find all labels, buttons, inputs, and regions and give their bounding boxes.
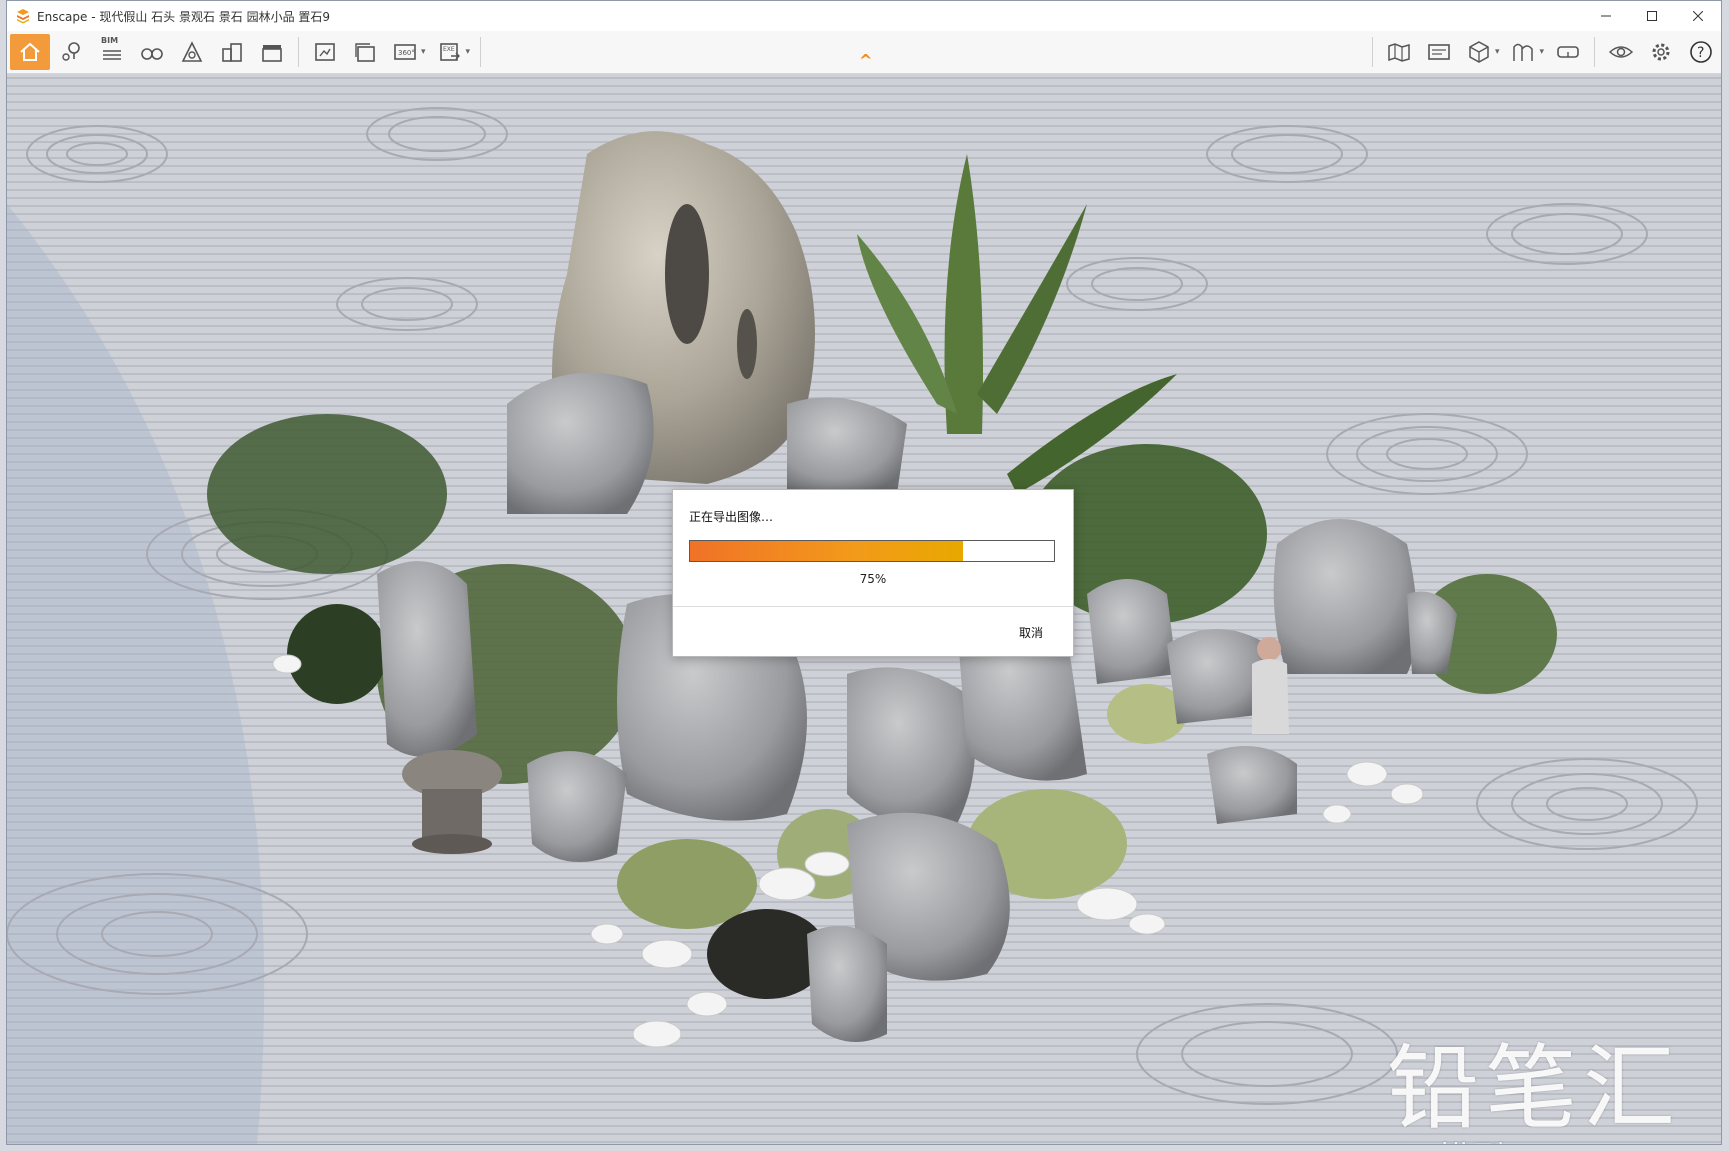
toolbar-collapse-caret-icon[interactable]: ^ (859, 51, 872, 70)
cancel-button[interactable]: 取消 (1019, 624, 1043, 641)
maximize-button[interactable] (1629, 1, 1675, 31)
map-view-button[interactable] (1381, 34, 1417, 70)
dialog-divider (673, 606, 1073, 607)
screenshot-button[interactable] (307, 34, 343, 70)
help-label: ? (1697, 45, 1704, 61)
panorama-label: 360° (398, 49, 415, 57)
map-view-icon (1388, 43, 1410, 62)
asset-library-icon (181, 41, 203, 62)
home-icon (20, 42, 40, 61)
batch-render-button[interactable] (347, 34, 383, 70)
views-button[interactable] (134, 34, 170, 70)
screenshot-icon (315, 43, 335, 61)
location-button[interactable] (54, 34, 90, 70)
rock-hole (665, 204, 709, 344)
export-exe-label: EXE (443, 46, 455, 53)
batch-render-icon (355, 43, 375, 62)
rock-hole-small (737, 309, 757, 379)
progress-percent: 75% (859, 572, 887, 586)
export-progress-bar (689, 540, 1055, 562)
minimize-icon (1601, 15, 1611, 17)
export-progress-fill (690, 541, 963, 561)
video-editor-button[interactable] (254, 34, 290, 70)
export-progress-dialog: 正在导出图像… 75% 取消 (672, 489, 1074, 657)
visual-settings-icon (1608, 46, 1634, 58)
settings-gear-icon (1652, 43, 1670, 61)
section-button[interactable] (1505, 34, 1541, 70)
enscape-window: Enscape - 现代假山 石头 景观石 景石 园林小品 置石9 BIM 36… (6, 0, 1722, 1145)
location-pin-icon (62, 42, 80, 61)
minimize-button[interactable] (1583, 1, 1629, 31)
section-icon (1513, 43, 1534, 61)
render-viewport[interactable]: 铅笔汇 SU模型ID:405701 正在导出图像… 75% 取消 (7, 74, 1721, 1144)
window-title: Enscape - 现代假山 石头 景观石 景石 园林小品 置石9 (37, 9, 331, 24)
project-info-icon (1428, 44, 1450, 60)
binoculars-icon (141, 48, 163, 60)
settings-button[interactable] (1643, 34, 1679, 70)
cube-view-button[interactable] (1461, 34, 1497, 70)
buildings-button[interactable] (214, 34, 250, 70)
panorama-button[interactable]: 360° (387, 34, 423, 70)
export-exe-button[interactable]: EXE (432, 34, 468, 70)
title-bar: Enscape - 现代假山 石头 景观石 景石 园林小品 置石9 (7, 1, 1721, 31)
close-icon (1693, 11, 1703, 21)
help-icon: ? (1690, 41, 1712, 63)
maximize-icon (1647, 11, 1657, 21)
close-button[interactable] (1675, 1, 1721, 31)
project-info-button[interactable] (1421, 34, 1457, 70)
clapper-icon (262, 45, 282, 62)
window-controls (1583, 1, 1721, 31)
export-exe-icon: EXE (439, 43, 460, 61)
model-id-watermark: SU模型ID:405701 (1391, 1132, 1683, 1144)
bim-button[interactable]: BIM (94, 34, 130, 70)
vr-headset-button[interactable] (1550, 34, 1586, 70)
help-button[interactable]: ? (1683, 34, 1719, 70)
home-button[interactable] (10, 34, 50, 70)
bim-label: BIM (101, 36, 119, 45)
toolbar-separator (1371, 37, 1373, 67)
visual-settings-button[interactable] (1603, 34, 1639, 70)
panorama-360-icon: 360° (394, 44, 416, 60)
toolbar-separator (298, 37, 299, 67)
buildings-icon (222, 43, 242, 62)
dialog-title: 正在导出图像… (689, 510, 774, 524)
vr-headset-icon (1557, 46, 1579, 58)
cube-view-icon (1469, 41, 1489, 63)
brand-watermark: 铅笔汇 (1387, 1035, 1682, 1142)
asset-library-button[interactable] (174, 34, 210, 70)
enscape-logo-icon (17, 9, 29, 24)
toolbar-separator (480, 37, 482, 67)
toolbar-separator (1594, 37, 1595, 67)
